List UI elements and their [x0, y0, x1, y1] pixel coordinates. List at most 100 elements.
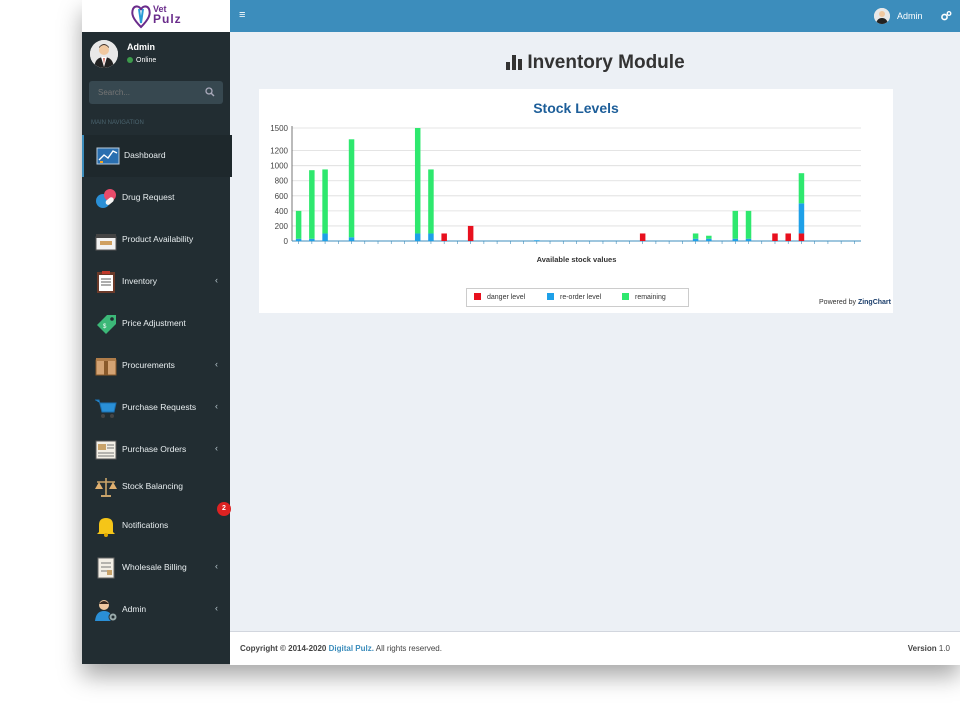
logo[interactable]: Vet Pulz	[82, 0, 230, 32]
y-tick-label: 400	[275, 207, 289, 216]
sidebar-item-label: Wholesale Billing	[122, 562, 187, 572]
sidebar-item-product-availability[interactable]: Product Availability	[82, 219, 230, 261]
gears-icon[interactable]	[940, 10, 952, 22]
top-user-name[interactable]: Admin	[897, 11, 923, 21]
y-tick-label: 1200	[270, 147, 288, 156]
bar-re-order-level	[428, 233, 434, 241]
legend-item-danger[interactable]: danger level	[474, 293, 525, 301]
sidebar-item-inventory[interactable]: Inventory ‹	[82, 261, 230, 303]
bar-re-order-level	[348, 237, 355, 241]
sidebar-item-admin[interactable]: Admin ‹	[82, 589, 230, 631]
admin-user-icon	[95, 600, 118, 622]
bar-re-order-level	[309, 238, 315, 241]
stock-levels-chart[interactable]: 0 200 400 600 800 1000 1200 1500 Available stock…	[259, 89, 893, 313]
chevron-left-icon: ‹	[215, 275, 218, 285]
bar-danger-level	[467, 225, 474, 241]
sidebar-item-drug-request[interactable]: Drug Request	[82, 177, 230, 219]
chevron-left-icon: ‹	[215, 359, 218, 369]
sidebar-item-label: Drug Request	[122, 192, 175, 202]
version-value: 1.0	[938, 644, 950, 653]
bar-re-order-level	[692, 238, 699, 241]
stock-chart-card: Stock Levels 0 200 400 600 800 1000 1200 1500 Av…	[259, 89, 893, 313]
bar-remaining	[309, 170, 315, 239]
sidebar-item-purchase-requests[interactable]: Purchase Requests ‹	[82, 387, 230, 429]
powered-brand: ZingChart	[857, 299, 891, 306]
bar-re-order-level	[534, 240, 540, 241]
bar-danger-level	[441, 233, 447, 241]
top-avatar[interactable]	[874, 8, 890, 24]
bar-re-order-level	[322, 233, 328, 241]
bar-remaining	[798, 173, 805, 204]
y-tick-label: 1500	[270, 124, 288, 133]
bar-re-order-level	[798, 203, 805, 234]
sidebar-item-dashboard[interactable]: Dashboard	[82, 135, 232, 177]
sidebar-item-purchase-orders[interactable]: Purchase Orders ‹	[82, 429, 230, 471]
search-input[interactable]	[89, 81, 208, 104]
copyright-prefix: Copyright © 2014-2020	[240, 644, 327, 653]
bar-remaining	[428, 169, 434, 234]
top-navbar: ≡ Admin	[230, 0, 960, 32]
search-icon[interactable]	[205, 87, 215, 97]
legend-swatch	[547, 293, 554, 300]
user-name: Admin	[127, 42, 155, 52]
bar-remaining	[692, 233, 699, 239]
online-dot-icon	[127, 57, 133, 64]
sidebar-item-stock-balancing[interactable]: Stock Balancing	[82, 466, 230, 508]
bell-icon	[97, 518, 115, 537]
page-title: Inventory Module	[230, 52, 960, 74]
bar-remaining	[348, 139, 355, 238]
dashboard-icon	[96, 147, 120, 165]
logo-heart-icon	[131, 5, 151, 29]
x-axis-title: Available stock values	[537, 255, 617, 264]
app-window: Vet Pulz Admin Online Search... MAIN NAV…	[82, 0, 960, 665]
clipboard-icon	[97, 271, 115, 293]
sidebar-item-label: Price Adjustment	[122, 318, 186, 328]
sidebar-item-wholesale-billing[interactable]: Wholesale Billing ‹	[82, 547, 230, 589]
y-tick-label: 1000	[270, 162, 288, 171]
sidebar-item-procurements[interactable]: Procurements ‹	[82, 345, 230, 387]
sidebar-item-label: Purchase Orders	[122, 444, 187, 454]
bar-re-order-level	[295, 238, 302, 241]
y-tick-label: 600	[275, 192, 289, 201]
powered-prefix: Powered by	[819, 299, 856, 306]
bill-icon	[97, 557, 115, 579]
user-panel: Admin Online	[82, 32, 230, 78]
sidebar-item-label: Admin	[122, 604, 147, 614]
company-link[interactable]: Digital Pulz.	[329, 644, 374, 653]
version-label: Version	[907, 644, 937, 653]
bar-danger-level	[772, 233, 778, 241]
sidebar-item-label: Procurements	[122, 360, 175, 370]
menu-toggle-icon[interactable]: ≡	[239, 9, 245, 21]
scales-icon	[95, 478, 117, 497]
rights-text: All rights reserved.	[375, 644, 442, 653]
sidebar-item-label: Product Availability	[122, 234, 194, 244]
y-tick-label: 200	[275, 222, 289, 231]
bar-remaining	[732, 210, 739, 239]
bar-remaining	[745, 210, 752, 239]
chevron-left-icon: ‹	[215, 603, 218, 613]
sidebar-search	[89, 81, 223, 104]
bar-danger-level	[785, 233, 791, 241]
sidebar-item-label: Notifications	[122, 520, 169, 530]
sidebar-item-label: Dashboard	[124, 150, 166, 160]
legend-label: remaining	[635, 294, 666, 301]
logo-text: Vet Pulz	[153, 4, 182, 25]
legend-item-reorder[interactable]: re-order level	[547, 293, 601, 301]
bar-re-order-level	[706, 238, 712, 241]
avatar	[90, 40, 118, 68]
bar-remaining	[706, 235, 712, 239]
legend-label: danger level	[487, 294, 526, 301]
user-status: Online	[127, 57, 156, 64]
chevron-left-icon: ‹	[215, 401, 218, 411]
powered-by[interactable]: Powered by ZingChart	[819, 299, 891, 306]
bar-danger-level	[798, 233, 805, 241]
bar-remaining	[414, 128, 421, 234]
sidebar: Vet Pulz Admin Online Search... MAIN NAV…	[82, 0, 232, 664]
sidebar-item-notifications[interactable]: Notifications	[82, 505, 230, 547]
chevron-left-icon: ‹	[215, 443, 218, 453]
copyright: Copyright © 2014-2020 Digital Pulz. All …	[240, 644, 442, 653]
package-icon	[95, 358, 117, 376]
sidebar-item-price-adjustment[interactable]: $ Price Adjustment	[82, 303, 230, 345]
legend-item-remaining[interactable]: remaining	[622, 293, 666, 301]
bar-danger-level	[639, 233, 646, 241]
